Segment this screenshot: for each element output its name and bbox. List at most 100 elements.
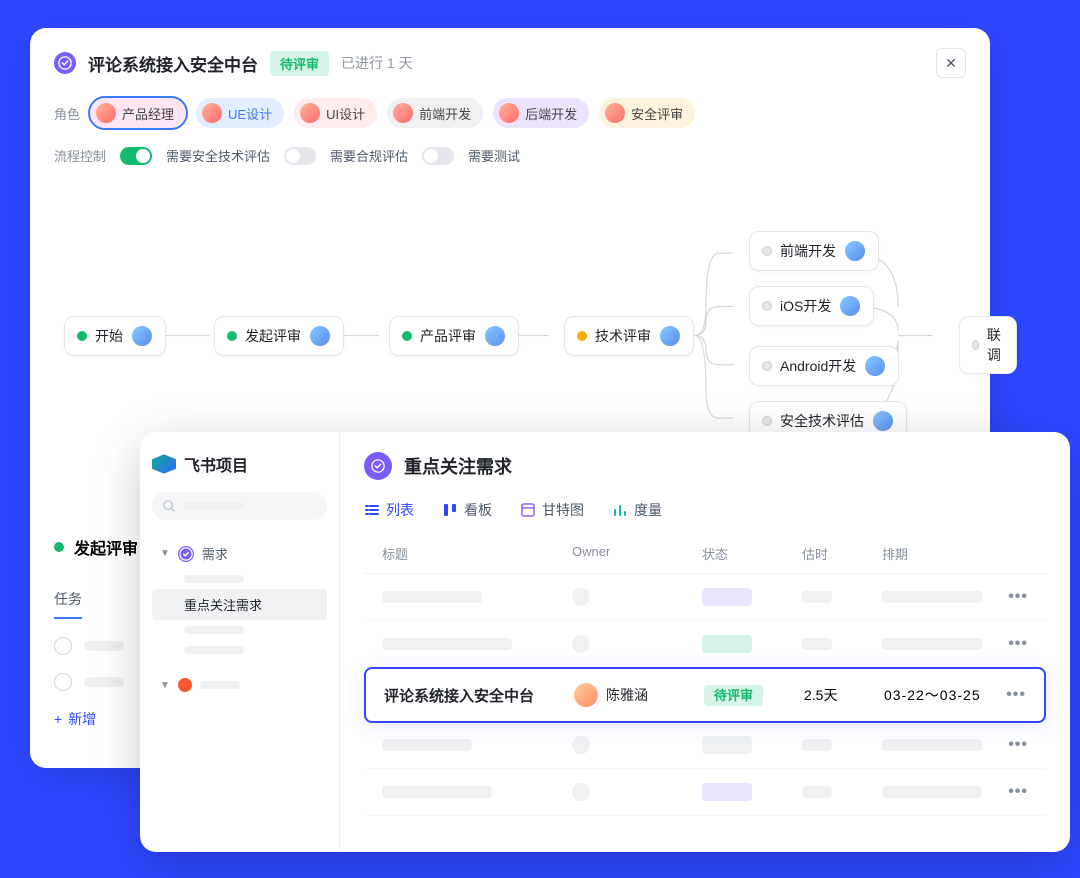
tab-metrics[interactable]: 度量 xyxy=(612,500,662,526)
avatar xyxy=(574,683,598,707)
sidebar-item[interactable] xyxy=(152,569,327,589)
check-circle-icon xyxy=(364,452,392,480)
avatar xyxy=(659,325,681,347)
flow-node-joint[interactable]: 联调 xyxy=(959,316,1017,374)
caret-down-icon: ▼ xyxy=(160,548,170,559)
close-button[interactable]: ✕ xyxy=(936,48,966,78)
checkbox-icon[interactable] xyxy=(54,637,72,655)
workflow-status-badge: 待评审 xyxy=(270,51,329,76)
skeleton xyxy=(882,591,982,603)
flow-node-ios[interactable]: iOS开发 xyxy=(749,286,874,326)
more-button[interactable]: ••• xyxy=(998,635,1028,653)
flow-node-start[interactable]: 开始 xyxy=(64,316,166,356)
col-title: 标题 xyxy=(382,544,572,563)
avatar xyxy=(499,103,519,123)
avatar xyxy=(605,103,625,123)
chart-icon xyxy=(612,502,628,518)
more-button[interactable]: ••• xyxy=(998,783,1028,801)
avatar xyxy=(872,410,894,432)
status-dot-icon xyxy=(54,542,64,552)
sidebar-item[interactable] xyxy=(152,640,327,660)
sidebar-item-requirements[interactable]: ▼ 需求 xyxy=(152,538,327,569)
workflow-title: 评论系统接入安全中台 xyxy=(88,51,258,76)
tasks-tab[interactable]: 任务 xyxy=(54,589,82,619)
skeleton xyxy=(802,739,832,751)
project-panel: 飞书项目 ▼ 需求 重点关注需求 ▼ 重点关注需求 列表 xyxy=(140,432,1070,852)
flow-control-row: 流程控制 需要安全技术评估需要合规评估需要测试 xyxy=(54,146,966,165)
avatar xyxy=(393,103,413,123)
logo-text: 飞书项目 xyxy=(184,452,248,476)
role-chip[interactable]: 安全评审 xyxy=(599,98,695,128)
avatar xyxy=(300,103,320,123)
role-chip[interactable]: 产品经理 xyxy=(90,98,186,128)
skeleton xyxy=(882,638,982,650)
tab-gantt[interactable]: 甘特图 xyxy=(520,500,584,526)
checkbox-icon[interactable] xyxy=(54,673,72,691)
table-row[interactable]: ••• xyxy=(364,574,1046,621)
skeoice xyxy=(382,739,472,751)
skeleton xyxy=(184,502,244,510)
skeleton xyxy=(802,591,832,603)
skeleton xyxy=(84,677,124,687)
more-button[interactable]: ••• xyxy=(996,686,1026,704)
skeleton xyxy=(882,739,982,751)
skeleton xyxy=(382,591,482,603)
search-input[interactable] xyxy=(152,492,327,520)
toggle-label: 需要安全技术评估 xyxy=(166,146,270,165)
flow-node-tech[interactable]: 技术评审 xyxy=(564,316,694,356)
logo-row: 飞书项目 xyxy=(152,452,327,476)
role-chip[interactable]: UI设计 xyxy=(294,98,377,128)
gantt-icon xyxy=(520,502,536,518)
toggle-switch[interactable] xyxy=(120,147,152,165)
skeleton xyxy=(702,635,752,653)
bug-icon xyxy=(178,678,192,692)
flow-node-frontend[interactable]: 前端开发 xyxy=(749,231,879,271)
tab-list[interactable]: 列表 xyxy=(364,500,414,526)
tab-kanban[interactable]: 看板 xyxy=(442,500,492,526)
avatar-skeleton xyxy=(572,635,590,653)
sidebar-item[interactable] xyxy=(152,620,327,640)
status-dot-icon xyxy=(77,331,87,341)
main-title: 重点关注需求 xyxy=(404,453,512,479)
status-dot-icon xyxy=(762,361,772,371)
toggle-switch[interactable] xyxy=(284,147,316,165)
flow-node-initiate[interactable]: 发起评审 xyxy=(214,316,344,356)
status-dot-icon xyxy=(227,331,237,341)
avatar xyxy=(202,103,222,123)
feishu-logo-icon xyxy=(152,452,176,476)
skeleton xyxy=(184,575,244,583)
list-icon xyxy=(364,502,380,518)
table-row[interactable]: ••• xyxy=(364,769,1046,816)
avatar xyxy=(844,240,866,262)
search-icon xyxy=(162,499,176,513)
toggle-label: 需要合规评估 xyxy=(330,146,408,165)
sidebar: 飞书项目 ▼ 需求 重点关注需求 ▼ xyxy=(140,432,340,852)
toggle-switch[interactable] xyxy=(422,147,454,165)
table-row-highlighted[interactable]: 评论系统接入安全中台 陈雅涵 待评审 2.5天 03-22～03-25 ••• xyxy=(364,667,1046,723)
kanban-icon xyxy=(442,502,458,518)
more-button[interactable]: ••• xyxy=(998,588,1028,606)
row-title: 评论系统接入安全中台 xyxy=(384,685,574,706)
check-circle-icon xyxy=(178,546,194,562)
skeleton xyxy=(184,646,244,654)
flow-node-android[interactable]: Android开发 xyxy=(749,346,899,386)
col-owner: Owner xyxy=(572,544,702,563)
row-estimate: 2.5天 xyxy=(804,685,884,705)
sidebar-item-focus[interactable]: 重点关注需求 xyxy=(152,589,327,620)
flow-node-product[interactable]: 产品评审 xyxy=(389,316,519,356)
avatar xyxy=(484,325,506,347)
role-chip[interactable]: UE设计 xyxy=(196,98,284,128)
skeleton xyxy=(382,786,492,798)
more-button[interactable]: ••• xyxy=(998,736,1028,754)
avatar-skeleton xyxy=(572,588,590,606)
status-dot-icon xyxy=(762,246,772,256)
role-chip[interactable]: 后端开发 xyxy=(493,98,589,128)
status-dot-icon xyxy=(972,340,979,350)
roles-label: 角色 xyxy=(54,104,80,123)
lower-title: 发起评审 xyxy=(74,535,138,559)
role-chip[interactable]: 前端开发 xyxy=(387,98,483,128)
sidebar-item[interactable]: ▼ xyxy=(152,672,327,698)
status-dot-icon xyxy=(577,331,587,341)
table-row[interactable]: ••• xyxy=(364,621,1046,668)
table-row[interactable]: ••• xyxy=(364,722,1046,769)
